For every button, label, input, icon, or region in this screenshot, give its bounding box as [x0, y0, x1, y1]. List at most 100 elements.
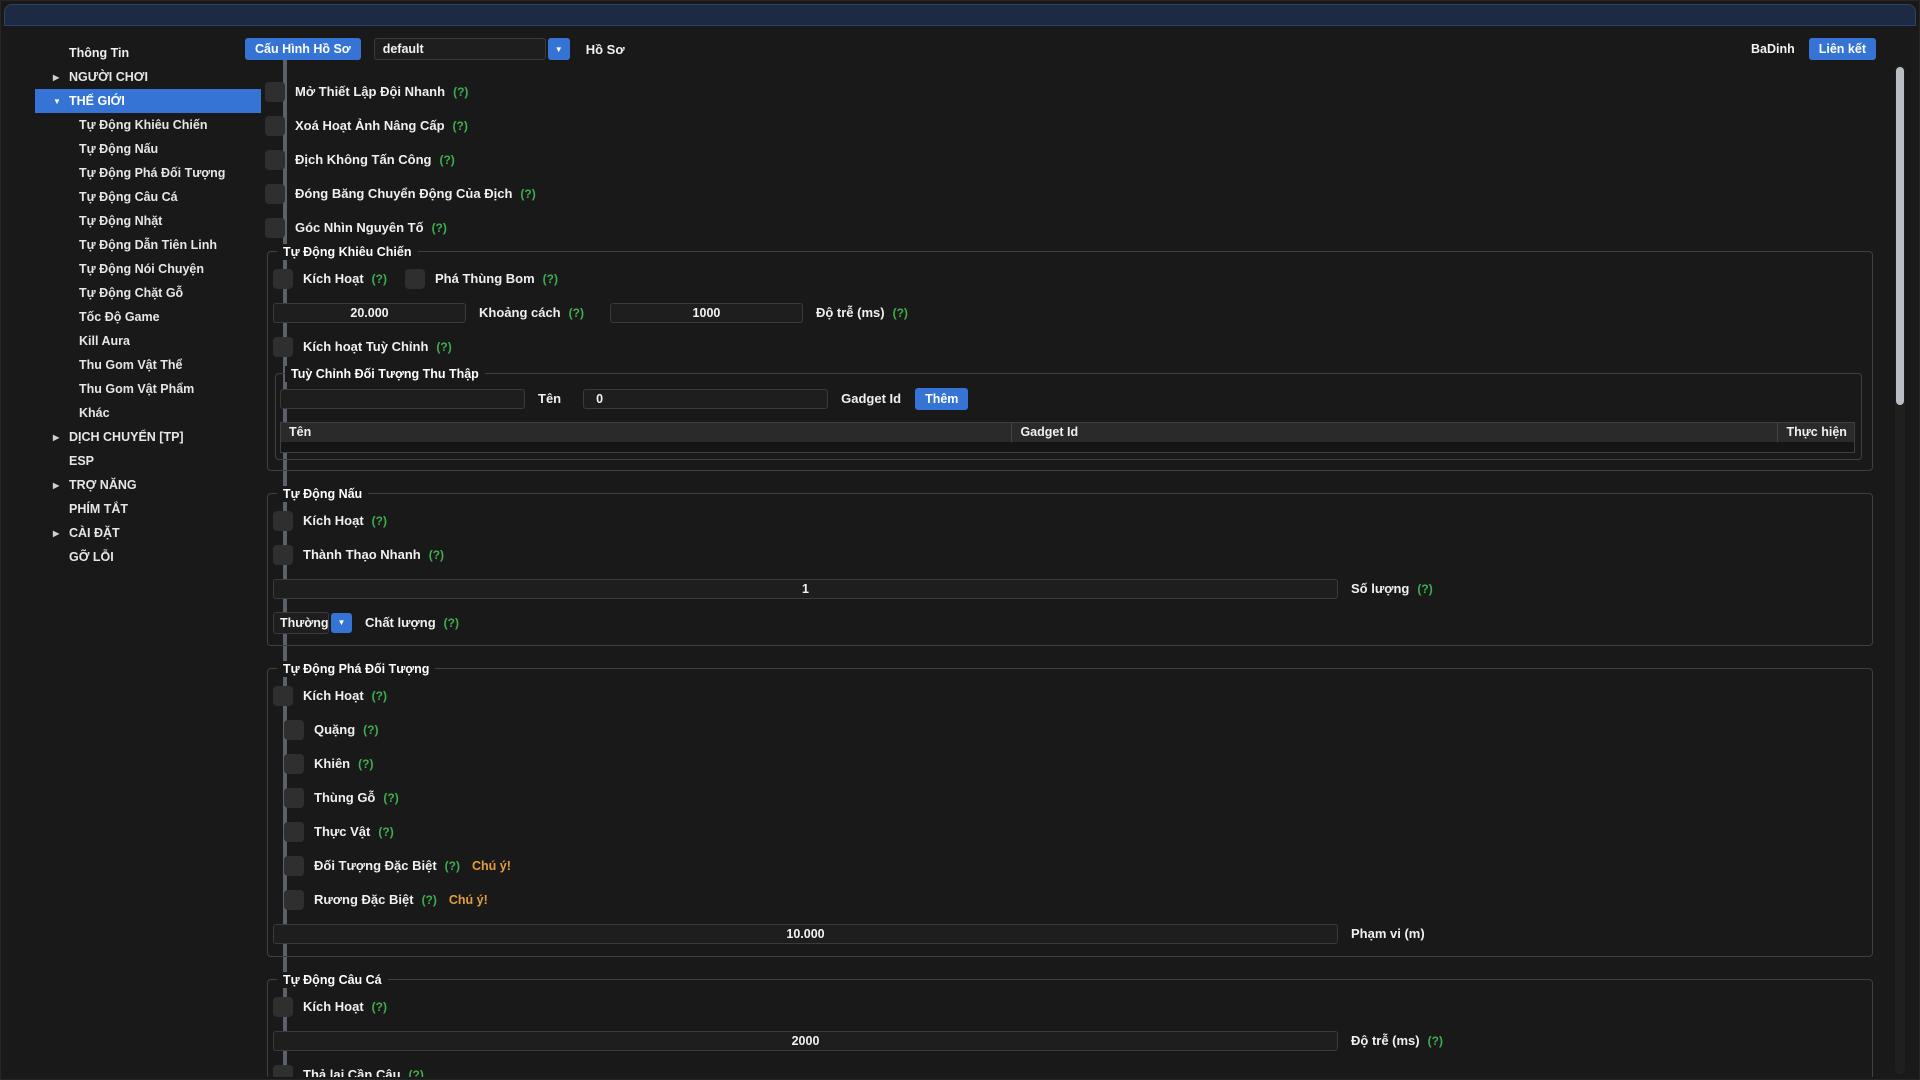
pham-vi-input[interactable] [273, 924, 1338, 944]
help-hint-icon[interactable]: (?) [569, 306, 584, 320]
checkbox-goc-nhin-nguyen-to[interactable] [265, 218, 285, 238]
chat-luong-select-value[interactable]: Thường [273, 612, 329, 634]
group-title: Tuỳ Chỉnh Đối Tượng Thu Thập [285, 366, 485, 382]
checkbox-dong-bang-chuyen-dong[interactable] [265, 184, 285, 204]
checkbox-kich-hoat-tuy-chinh[interactable] [273, 337, 293, 357]
help-hint-icon[interactable]: (?) [358, 757, 373, 771]
them-button[interactable]: Thêm [915, 388, 968, 410]
sidebar-item-tu-dong-cau-ca[interactable]: Tự Động Câu Cá [35, 185, 261, 209]
sidebar-item-label: Tự Động Dẫn Tiên Linh [79, 238, 217, 252]
checkbox-quang[interactable] [284, 720, 304, 740]
help-hint-icon[interactable]: (?) [453, 119, 468, 133]
chevron-right-icon: ▶ [53, 529, 69, 538]
group-tu-dong-khieu-chien: Tự Động Khiêu Chiến Kích Hoạt (?) Phá Th… [267, 251, 1873, 471]
checkbox-thanh-thao-nhanh[interactable] [273, 545, 293, 565]
field-label: Độ trễ (ms) [816, 305, 885, 320]
sidebar-item-kill-aura[interactable]: Kill Aura [35, 329, 261, 353]
checkbox-khien[interactable] [284, 754, 304, 774]
checkbox-xoa-hoat-anh-nang-cap[interactable] [265, 116, 285, 136]
help-hint-icon[interactable]: (?) [429, 548, 444, 562]
help-hint-icon[interactable]: (?) [1417, 582, 1432, 596]
sidebar-item-esp[interactable]: ESP [35, 449, 261, 473]
scrollbar-thumb[interactable] [1896, 67, 1904, 405]
do-tre-input[interactable] [610, 303, 803, 323]
checkbox-tha-lai-can-cau[interactable] [273, 1065, 293, 1078]
sidebar-item-tu-dong-dan-tien-linh[interactable]: Tự Động Dẫn Tiên Linh [35, 233, 261, 257]
chevron-down-icon[interactable]: ▼ [548, 38, 570, 60]
khoang-cach-input[interactable] [273, 303, 466, 323]
checkbox-dich-khong-tan-cong[interactable] [265, 150, 285, 170]
checkbox-thung-go[interactable] [284, 788, 304, 808]
help-hint-icon[interactable]: (?) [363, 723, 378, 737]
checkbox-kich-hoat[interactable] [273, 686, 293, 706]
help-hint-icon[interactable]: (?) [543, 272, 558, 286]
chevron-right-icon: ▶ [53, 433, 69, 442]
sidebar-item-label: Tự Động Nấu [79, 142, 158, 156]
sidebar-item-tu-dong-nau[interactable]: Tự Động Nấu [35, 137, 261, 161]
help-hint-icon[interactable]: (?) [893, 306, 908, 320]
help-hint-icon[interactable]: (?) [1428, 1034, 1443, 1048]
help-hint-icon[interactable]: (?) [453, 85, 468, 99]
help-hint-icon[interactable]: (?) [383, 791, 398, 805]
so-luong-input[interactable] [273, 579, 1338, 599]
sidebar-item-thu-gom-vat-the[interactable]: Thu Gom Vật Thể [35, 353, 261, 377]
checkbox-mo-thiet-lap-doi-nhanh[interactable] [265, 82, 285, 102]
help-hint-icon[interactable]: (?) [372, 1000, 387, 1014]
profile-config-button[interactable]: Cấu Hình Hồ Sơ [245, 38, 361, 60]
field-label: Số lượng [1351, 581, 1409, 596]
sidebar-item-label: Thu Gom Vật Phẩm [79, 382, 194, 396]
link-button[interactable]: Liên kết [1809, 38, 1876, 60]
help-hint-icon[interactable]: (?) [409, 1068, 424, 1078]
sidebar-item-tu-dong-khieu-chien[interactable]: Tự Động Khiêu Chiến [35, 113, 261, 137]
toggle-row: Kích hoạt Tuỳ Chỉnh (?) [273, 336, 1864, 357]
sidebar-item-label: ESP [69, 454, 94, 468]
sidebar-item-khac[interactable]: Khác [35, 401, 261, 425]
checkbox-pha-thung-bom[interactable] [405, 269, 425, 289]
sidebar-item-go-loi[interactable]: GỠ LỖI [35, 545, 261, 569]
help-hint-icon[interactable]: (?) [372, 514, 387, 528]
sidebar-item-dich-chuyen-tp[interactable]: ▶DỊCH CHUYỂN [TP] [35, 425, 261, 449]
gadget-id-input[interactable] [583, 389, 828, 409]
checkbox-kich-hoat[interactable] [273, 269, 293, 289]
toggle-row: Quặng (?) [284, 719, 1864, 740]
group-title: Tự Động Câu Cá [277, 972, 388, 988]
chat-luong-select[interactable]: Thường ▼ [273, 612, 352, 634]
field-label: Chất lượng [365, 615, 436, 630]
checkbox-kich-hoat[interactable] [273, 511, 293, 531]
main-scrollbar[interactable] [1895, 65, 1905, 1074]
help-hint-icon[interactable]: (?) [444, 616, 459, 630]
sidebar-item-phim-tat[interactable]: PHÍM TẮT [35, 497, 261, 521]
sidebar-item-toc-do-game[interactable]: Tốc Độ Game [35, 305, 261, 329]
help-hint-icon[interactable]: (?) [445, 859, 460, 873]
help-hint-icon[interactable]: (?) [372, 272, 387, 286]
help-hint-icon[interactable]: (?) [372, 689, 387, 703]
help-hint-icon[interactable]: (?) [378, 825, 393, 839]
help-hint-icon[interactable]: (?) [436, 340, 451, 354]
sidebar-item-label: Tự Động Nói Chuyện [79, 262, 204, 276]
sidebar-item-tu-dong-noi-chuyen[interactable]: Tự Động Nói Chuyện [35, 257, 261, 281]
chevron-down-icon[interactable]: ▼ [331, 613, 352, 633]
help-hint-icon[interactable]: (?) [520, 187, 535, 201]
sidebar-item-tu-dong-pha-doi-tuong[interactable]: Tự Động Phá Đối Tượng [35, 161, 261, 185]
checkbox-doi-tuong-dac-biet[interactable] [284, 856, 304, 876]
sidebar-item-tu-dong-nhat[interactable]: Tự Động Nhặt [35, 209, 261, 233]
help-hint-icon[interactable]: (?) [422, 893, 437, 907]
sidebar-item-tro-nang[interactable]: ▶TRỢ NĂNG [35, 473, 261, 497]
sidebar-item-the-gioi[interactable]: ▼THẾ GIỚI [35, 89, 261, 113]
sidebar-item-nguoi-choi[interactable]: ▶NGƯỜI CHƠI [35, 65, 261, 89]
input-row: Khoảng cách (?) Độ trễ (ms) (?) [273, 302, 1864, 323]
checkbox-kich-hoat[interactable] [273, 997, 293, 1017]
help-hint-icon[interactable]: (?) [439, 153, 454, 167]
sidebar-item-tu-dong-chat-go[interactable]: Tự Động Chặt Gỗ [35, 281, 261, 305]
do-tre-cau-ca-input[interactable] [273, 1031, 1338, 1051]
checkbox-ruong-dac-biet[interactable] [284, 890, 304, 910]
profile-select-value[interactable]: default [374, 38, 546, 60]
checkbox-thuc-vat[interactable] [284, 822, 304, 842]
help-hint-icon[interactable]: (?) [432, 221, 447, 235]
sidebar-item-thu-gom-vat-pham[interactable]: Thu Gom Vật Phẩm [35, 377, 261, 401]
profile-select[interactable]: default ▼ [374, 38, 570, 60]
toggle-row: Rương Đặc Biệt (?) Chú ý! [284, 889, 1864, 910]
sidebar-item-cai-dat[interactable]: ▶CÀI ĐẶT [35, 521, 261, 545]
ten-input[interactable] [280, 389, 525, 409]
sidebar-item-thong-tin[interactable]: Thông Tin [35, 41, 261, 65]
